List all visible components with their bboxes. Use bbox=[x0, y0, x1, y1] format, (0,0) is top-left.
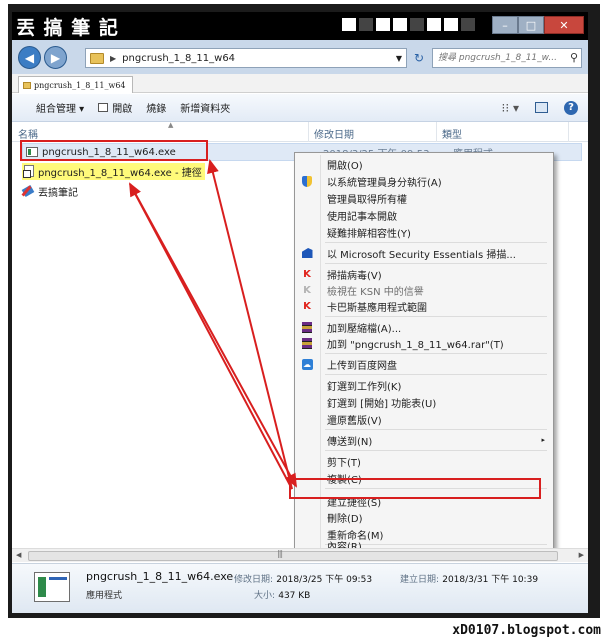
back-button[interactable]: ◀ bbox=[18, 46, 41, 69]
search-box[interactable]: ⚲ bbox=[432, 48, 582, 68]
search-icon[interactable]: ⚲ bbox=[570, 51, 578, 64]
column-date-modified[interactable]: 修改日期 bbox=[314, 126, 354, 141]
details-created: 建立日期: 2018/3/31 下午 10:39 bbox=[400, 575, 539, 585]
column-type[interactable]: 類型 bbox=[442, 126, 462, 141]
kaspersky-icon: K bbox=[303, 268, 311, 280]
search-input[interactable] bbox=[433, 49, 561, 67]
menu-item-ksn-reputation[interactable]: K 檢視在 KSN 中的信譽 bbox=[295, 282, 553, 298]
kaspersky-gray-icon: K bbox=[303, 284, 311, 296]
maximize-button[interactable]: □ bbox=[518, 16, 544, 34]
file-name: 丟搞筆記 bbox=[38, 187, 78, 199]
winrar-icon bbox=[301, 321, 313, 333]
menu-separator bbox=[325, 450, 547, 451]
menu-item-upload-baidu[interactable]: ☁ 上传到百度网盘 bbox=[295, 356, 553, 372]
menu-item-pin-taskbar[interactable]: 釘選到工作列(K) bbox=[295, 377, 553, 393]
highlight: pngcrush_1_8_11_w64.exe - 捷徑 bbox=[22, 162, 205, 180]
tab-strip: pngcrush_1_8_11_w64 bbox=[12, 74, 588, 93]
tab-label: pngcrush_1_8_11_w64 bbox=[34, 80, 126, 90]
menu-item-delete[interactable]: 刪除(D) bbox=[295, 509, 553, 525]
details-file-name: pngcrush_1_8_11_w64.exe bbox=[86, 570, 234, 583]
address-row: ◀ ▶ ▶ pngcrush_1_8_11_w64 ▼ ↻ ⚲ bbox=[12, 40, 588, 74]
open-icon bbox=[98, 103, 109, 112]
organize-button[interactable]: 組合管理 ▾ bbox=[36, 100, 84, 115]
uac-shield-icon bbox=[301, 175, 313, 187]
menu-item-troubleshoot[interactable]: 疑難排解相容性(Y) bbox=[295, 224, 553, 240]
column-name[interactable]: 名稱 bbox=[18, 126, 38, 141]
close-button[interactable]: ✕ bbox=[544, 16, 584, 34]
chevron-down-icon[interactable]: ▼ bbox=[396, 54, 402, 63]
column-headers: ▲ 名稱 修改日期 類型 bbox=[12, 121, 588, 142]
menu-item-run-as-admin[interactable]: 以系統管理員身分執行(A) bbox=[295, 173, 553, 189]
winrar-icon bbox=[301, 337, 313, 349]
open-label: 開啟 bbox=[112, 104, 133, 115]
menu-item-scan-virus[interactable]: K 掃描病毒(V) bbox=[295, 266, 553, 282]
chevron-right-icon: ▶ bbox=[110, 53, 117, 63]
exe-large-icon bbox=[34, 572, 70, 602]
title-decoration bbox=[342, 18, 475, 31]
details-modified: 修改日期: 2018/3/25 下午 09:53 bbox=[234, 575, 373, 585]
window-controls: – □ ✕ bbox=[492, 16, 584, 34]
preview-pane-icon[interactable] bbox=[535, 102, 548, 113]
title-bar[interactable]: 丟 搞 筆 記 – □ ✕ bbox=[12, 12, 588, 40]
menu-item-send-to[interactable]: 傳送到(N) ▸ bbox=[295, 432, 553, 448]
minimize-button[interactable]: – bbox=[492, 16, 518, 34]
menu-item-add-rar[interactable]: 加到 "pngcrush_1_8_11_w64.rar"(T) bbox=[295, 335, 553, 351]
address-path[interactable]: pngcrush_1_8_11_w64 bbox=[122, 53, 235, 64]
menu-separator bbox=[325, 429, 547, 430]
file-row-shortcut[interactable]: pngcrush_1_8_11_w64.exe - 捷徑 bbox=[22, 162, 205, 180]
scroll-left-icon[interactable]: ◀ bbox=[16, 551, 21, 559]
explorer-window: 丟 搞 筆 記 – □ ✕ ◀ ▶ ▶ pngcrush_1_8_11_w64 … bbox=[12, 12, 588, 613]
menu-separator bbox=[325, 263, 547, 264]
menu-item-mse-scan[interactable]: 以 Microsoft Security Essentials 掃描... bbox=[295, 245, 553, 261]
burn-button[interactable]: 燒錄 bbox=[146, 100, 166, 115]
column-divider[interactable] bbox=[308, 122, 309, 142]
security-essentials-icon bbox=[301, 247, 313, 259]
menu-separator bbox=[325, 374, 547, 375]
sort-arrow-icon: ▲ bbox=[168, 121, 174, 129]
refresh-button[interactable]: ↻ bbox=[410, 49, 428, 67]
shortcut-icon bbox=[23, 165, 34, 178]
details-size: 大小: 437 KB bbox=[254, 591, 311, 601]
file-name: pngcrush_1_8_11_w64.exe - 捷徑 bbox=[38, 167, 202, 179]
toolbar-right: ⁝⁝ ▾ ? bbox=[502, 100, 578, 115]
menu-separator bbox=[325, 316, 547, 317]
scroll-thumb[interactable]: ||| bbox=[28, 549, 558, 561]
menu-item-cut[interactable]: 剪下(T) bbox=[295, 453, 553, 469]
details-pane: pngcrush_1_8_11_w64.exe 應用程式 修改日期: 2018/… bbox=[12, 563, 588, 613]
horizontal-scrollbar[interactable]: ◀ ||| ▶ bbox=[12, 548, 588, 562]
baidu-cloud-icon: ☁ bbox=[301, 358, 313, 370]
command-bar: 組合管理 ▾ 開啟 燒錄 新增資料夾 ⁝⁝ ▾ ? bbox=[12, 94, 588, 122]
blog-logo: 丟 搞 筆 記 bbox=[16, 17, 119, 39]
address-bar[interactable]: ▶ pngcrush_1_8_11_w64 ▼ bbox=[85, 48, 407, 68]
folder-icon bbox=[90, 52, 104, 64]
menu-item-restore-previous[interactable]: 還原舊版(V) bbox=[295, 411, 553, 427]
file-row-blog[interactable]: 丟搞筆記 bbox=[22, 182, 78, 200]
submenu-arrow-icon: ▸ bbox=[541, 436, 545, 444]
help-icon[interactable]: ? bbox=[564, 100, 578, 115]
menu-separator bbox=[325, 242, 547, 243]
kaspersky-icon: K bbox=[303, 300, 311, 312]
menu-item-open[interactable]: 開啟(O) bbox=[295, 156, 553, 172]
open-button[interactable]: 開啟 bbox=[98, 100, 132, 115]
folder-tab[interactable]: pngcrush_1_8_11_w64 bbox=[18, 76, 133, 93]
annotation-box-exe bbox=[20, 140, 208, 161]
menu-separator bbox=[325, 353, 547, 354]
scroll-right-icon[interactable]: ▶ bbox=[579, 551, 584, 559]
menu-item-pin-start[interactable]: 釘選到 [開始] 功能表(U) bbox=[295, 394, 553, 410]
menu-item-take-ownership[interactable]: 管理員取得所有權 bbox=[295, 190, 553, 206]
forward-button[interactable]: ▶ bbox=[44, 46, 67, 69]
column-divider[interactable] bbox=[436, 122, 437, 142]
blog-note-icon bbox=[22, 185, 34, 197]
folder-icon bbox=[23, 81, 31, 89]
menu-item-add-archive[interactable]: 加到壓縮檔(A)... bbox=[295, 319, 553, 335]
watermark: xD0107.blogspot.com bbox=[452, 623, 601, 638]
scroll-grip: ||| bbox=[277, 549, 283, 558]
column-divider[interactable] bbox=[568, 122, 569, 142]
views-icon[interactable]: ⁝⁝ ▾ bbox=[502, 101, 519, 115]
menu-item-kaspersky-app-scope[interactable]: K 卡巴斯基應用程式範圍 bbox=[295, 298, 553, 314]
annotation-box-create-shortcut bbox=[289, 478, 541, 499]
menu-item-open-notepad[interactable]: 使用記事本開啟 bbox=[295, 207, 553, 223]
details-file-type: 應用程式 bbox=[86, 591, 123, 601]
new-folder-button[interactable]: 新增資料夾 bbox=[180, 100, 230, 115]
